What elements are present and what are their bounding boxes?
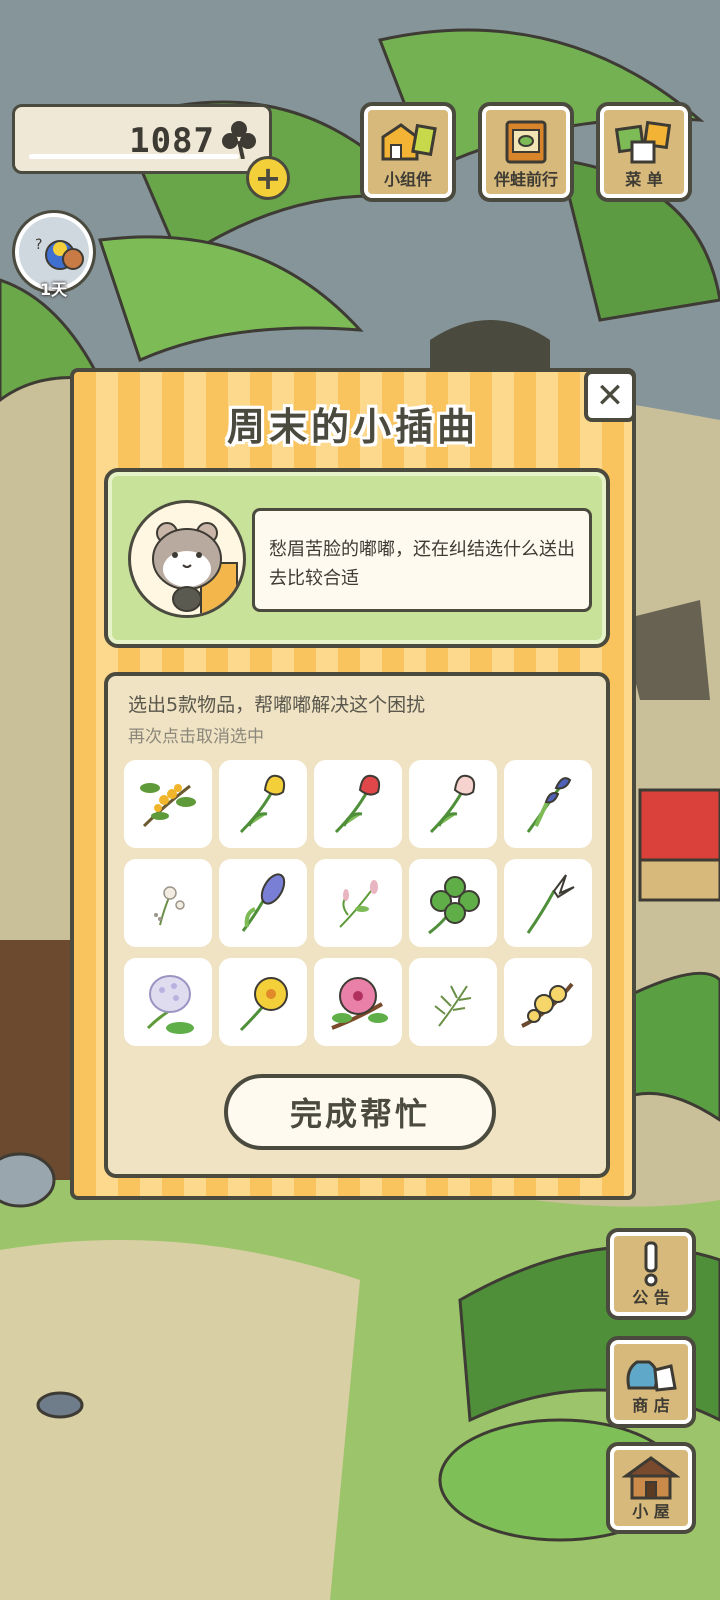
item-slot-wintersweet[interactable]: [504, 958, 592, 1046]
notice-button-label: 公 告: [632, 1288, 670, 1307]
item-slot-pink-tulip[interactable]: [409, 760, 497, 848]
buttercup-icon: [239, 977, 288, 1032]
osmanthus-icon: [140, 783, 196, 828]
hamster-portrait: [128, 500, 246, 618]
yellow-tulip-icon: [239, 774, 286, 834]
clover-underline: [29, 154, 239, 159]
clover-icon: [222, 121, 256, 159]
hyacinth-icon: [241, 873, 286, 932]
notice-icon: [644, 1241, 658, 1287]
widget-icon: [381, 123, 437, 161]
clover-counter: 1087: [12, 104, 272, 174]
item-slot-osmanthus[interactable]: [124, 760, 212, 848]
journey-button-label: 伴蛙前行: [493, 170, 558, 189]
shop-icon: [626, 1360, 677, 1392]
item-slot-lilac[interactable]: [124, 958, 212, 1046]
item-slot-four-leaf-clover[interactable]: [409, 859, 497, 947]
item-slot-iris[interactable]: [504, 760, 592, 848]
shop-button-label: 商 店: [632, 1396, 670, 1415]
add-clover-button[interactable]: +: [246, 156, 290, 200]
menu-cards-icon: [614, 120, 672, 164]
red-tulip-icon: [334, 774, 381, 834]
hibiscus-icon: [331, 977, 388, 1030]
story-panel: 愁眉苦脸的嘟嘟，还在纠结选什么送出去比较合适: [104, 468, 610, 648]
item-slot-herb[interactable]: [409, 958, 497, 1046]
close-dialog-button[interactable]: ✕: [584, 370, 636, 422]
menu-button[interactable]: 菜 单: [596, 102, 692, 202]
journey-button[interactable]: 伴蛙前行: [478, 102, 574, 202]
pink-tulip-icon: [429, 774, 476, 834]
widget-button[interactable]: 小组件: [360, 102, 456, 202]
item-select-panel: 选出5款物品，帮嘟嘟解决这个困扰 再次点击取消选中 完成帮忙: [104, 672, 610, 1178]
journey-book-icon: [505, 120, 547, 164]
shop-button[interactable]: 商 店: [606, 1336, 696, 1428]
item-slot-buttercup[interactable]: [219, 958, 307, 1046]
item-grid: [124, 760, 594, 1046]
svg-text:?: ?: [35, 237, 42, 253]
story-speech-bubble: 愁眉苦脸的嘟嘟，还在纠结选什么送出去比较合适: [252, 508, 592, 612]
item-slot-pink-sprig[interactable]: [314, 859, 402, 947]
menu-button-label: 菜 单: [625, 170, 663, 189]
house-icon: [622, 1456, 680, 1500]
white-lily-icon: [526, 874, 575, 934]
notice-button[interactable]: 公 告: [606, 1228, 696, 1320]
select-instruction: 选出5款物品，帮嘟嘟解决这个困扰: [128, 694, 426, 716]
dandelion-icon: [154, 886, 185, 926]
item-slot-red-tulip[interactable]: [314, 760, 402, 848]
widget-button-label: 小组件: [383, 170, 432, 189]
select-hint: 再次点击取消选中: [128, 727, 264, 747]
item-slot-yellow-tulip[interactable]: [219, 760, 307, 848]
herb-icon: [434, 985, 472, 1027]
wintersweet-icon: [521, 982, 574, 1028]
iris-icon: [526, 777, 572, 833]
house-button[interactable]: 小 屋: [606, 1442, 696, 1534]
hamster-icon: [152, 522, 238, 615]
item-slot-hyacinth[interactable]: [219, 859, 307, 947]
item-slot-dandelion[interactable]: [124, 859, 212, 947]
pink-sprig-icon: [339, 880, 378, 928]
days-away-label: 1天: [40, 280, 68, 299]
complete-help-button[interactable]: 完成帮忙: [224, 1074, 496, 1150]
house-button-label: 小 屋: [632, 1502, 670, 1521]
item-slot-white-lily[interactable]: [504, 859, 592, 947]
item-slot-hibiscus[interactable]: [314, 958, 402, 1046]
lilac-icon: [146, 975, 194, 1034]
four-leaf-clover-icon: [428, 876, 480, 935]
dialog-title: 周末的小插曲: [226, 405, 479, 449]
episode-dialog: 周末的小插曲 愁眉苦脸的嘟嘟，还在纠结选什么送出去比较合适 选出5款物品，帮嘟嘟…: [70, 368, 636, 1200]
